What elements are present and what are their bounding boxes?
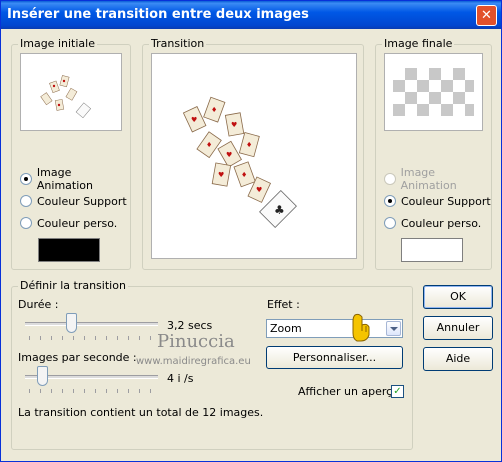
initial-image-preview xyxy=(20,53,122,131)
preview-checkbox[interactable]: ✓ xyxy=(391,385,404,398)
svg-text:♣: ♣ xyxy=(274,203,285,217)
final-image-label: Image finale xyxy=(382,37,455,50)
initial-option-animation[interactable]: Image Animation xyxy=(20,166,130,192)
radio-initial-custom[interactable] xyxy=(20,217,32,229)
cards-thumbnail-initial xyxy=(40,75,92,119)
cancel-button[interactable]: Annuler xyxy=(423,316,493,340)
final-image-preview xyxy=(384,53,483,131)
chevron-down-icon[interactable] xyxy=(386,321,401,336)
svg-text:♥: ♥ xyxy=(226,151,232,159)
svg-text:♦: ♦ xyxy=(211,106,217,114)
preview-label: Afficher un aperçu xyxy=(298,385,400,398)
final-option-custom-label: Couleur perso. xyxy=(401,216,482,230)
initial-image-group: Image initiale Image Animation Couleur S… xyxy=(11,37,131,270)
final-option-custom[interactable]: Couleur perso. xyxy=(384,216,481,230)
watermark-title: Pinuccia xyxy=(157,331,235,352)
fps-value: 4 i /s xyxy=(167,372,194,385)
dialog-window: Insérer une transition entre deux images… xyxy=(0,0,502,462)
define-transition-group: Définir la transition Durée : 3,2 secs I… xyxy=(11,279,413,450)
duration-label: Durée : xyxy=(18,298,59,311)
final-image-checker xyxy=(393,68,474,116)
ok-button[interactable]: OK xyxy=(423,285,493,309)
initial-option-custom-label: Couleur perso. xyxy=(37,216,118,230)
svg-text:♦: ♦ xyxy=(246,141,252,149)
summary-text: La transition contient un total de 12 im… xyxy=(18,406,264,419)
duration-slider-track[interactable] xyxy=(25,322,158,326)
svg-text:♥: ♥ xyxy=(256,186,262,194)
svg-text:♥: ♥ xyxy=(231,121,237,129)
duration-slider-ticks xyxy=(29,336,156,340)
initial-color-swatch[interactable] xyxy=(38,238,100,262)
duration-slider-thumb[interactable] xyxy=(66,313,77,333)
transition-preview: ♣ ♥ ♦ ♥ ♦ ♥ ♦ ♥ ♦ ♥ xyxy=(151,53,357,259)
watermark-url: www.maidiregrafica.eu xyxy=(136,356,251,367)
define-transition-label: Définir la transition xyxy=(18,279,128,292)
fps-label: Images par seconde : xyxy=(18,351,137,364)
svg-text:♥: ♥ xyxy=(191,116,197,124)
final-option-support[interactable]: Couleur Support xyxy=(384,194,491,208)
initial-image-label: Image initiale xyxy=(18,37,97,50)
radio-initial-support[interactable] xyxy=(20,195,32,207)
close-button[interactable]: ✕ xyxy=(476,5,497,26)
title-bar: Insérer une transition entre deux images… xyxy=(1,1,501,29)
final-option-animation-label: Image Animation xyxy=(400,166,457,192)
svg-text:♥: ♥ xyxy=(218,171,224,179)
effect-select-value: Zoom xyxy=(270,322,302,335)
help-button[interactable]: Aide xyxy=(423,347,493,371)
final-option-support-label: Couleur Support xyxy=(401,194,491,208)
final-option-animation: Image Animation xyxy=(384,166,491,192)
final-image-group: Image finale Image Animation Couleur Sup… xyxy=(375,37,492,270)
radio-final-support[interactable] xyxy=(384,195,396,207)
initial-option-support[interactable]: Couleur Support xyxy=(20,194,127,208)
effect-select[interactable]: Zoom xyxy=(266,319,403,338)
final-color-swatch[interactable] xyxy=(401,238,463,262)
radio-final-animation xyxy=(384,173,396,185)
svg-text:♦: ♦ xyxy=(241,171,247,179)
initial-option-support-label: Couleur Support xyxy=(37,194,127,208)
radio-initial-animation[interactable] xyxy=(20,173,32,185)
initial-option-custom[interactable]: Couleur perso. xyxy=(20,216,117,230)
initial-option-animation-label: Image Animation xyxy=(36,166,93,192)
cards-transition-image: ♣ ♥ ♦ ♥ ♦ ♥ ♦ ♥ ♦ ♥ xyxy=(182,96,297,228)
fps-slider-ticks xyxy=(29,389,156,393)
customize-button[interactable]: Personnaliser... xyxy=(266,346,403,369)
window-title: Insérer une transition entre deux images xyxy=(7,7,309,22)
transition-label: Transition xyxy=(149,37,207,50)
fps-slider-thumb[interactable] xyxy=(37,366,48,386)
effect-label: Effet : xyxy=(267,298,300,311)
transition-group: Transition ♣ ♥ ♦ ♥ ♦ ♥ ♦ ♥ ♦ ♥ xyxy=(142,37,364,270)
radio-final-custom[interactable] xyxy=(384,217,396,229)
svg-text:♦: ♦ xyxy=(206,141,212,149)
pointing-hand-cursor-icon xyxy=(352,313,370,342)
